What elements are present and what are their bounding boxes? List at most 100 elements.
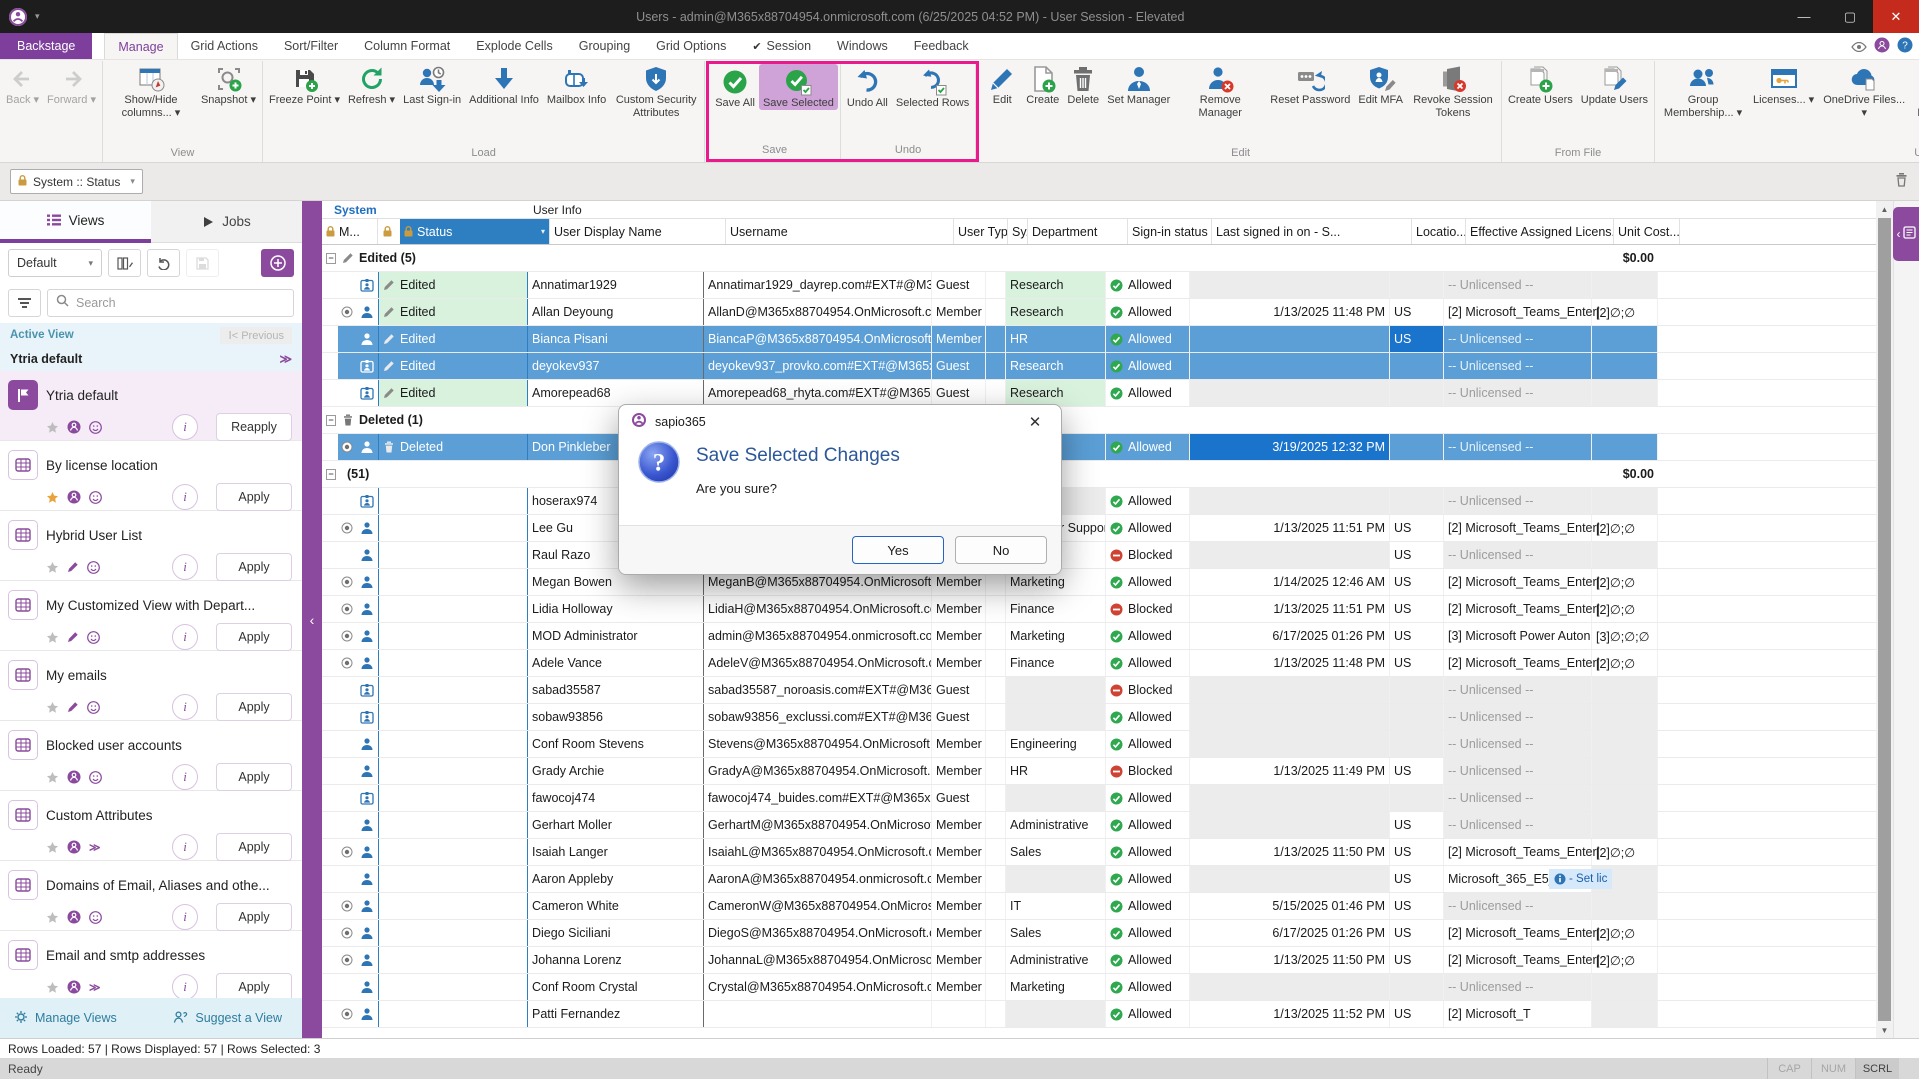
unit-cost-cell[interactable] — [1592, 488, 1658, 514]
department-cell[interactable]: Sales — [1006, 920, 1106, 946]
row-selector-cell[interactable] — [338, 704, 356, 730]
last-signin-cell[interactable] — [1190, 812, 1390, 838]
row-selector-cell[interactable] — [338, 812, 356, 838]
last-signin-cell[interactable]: 1/13/2025 11:50 PM — [1190, 839, 1390, 865]
user-type-icon-cell[interactable] — [356, 839, 378, 865]
location-cell[interactable]: US — [1390, 947, 1444, 973]
forward-button[interactable]: Forward ▾ — [43, 61, 100, 107]
department-cell[interactable]: Research — [1006, 380, 1106, 406]
tab-sort-filter[interactable]: Sort/Filter — [271, 33, 351, 59]
signin-status-cell[interactable]: Allowed — [1106, 326, 1190, 352]
row-filler-cell[interactable] — [1658, 542, 1876, 568]
sync-cell[interactable] — [986, 731, 1006, 757]
signin-status-cell[interactable]: Allowed — [1106, 1001, 1190, 1027]
user-type-cell[interactable]: Member — [932, 731, 986, 757]
table-row[interactable]: Cameron WhiteCameronW@M365x88704954.OnMi… — [322, 893, 1876, 920]
save-view-button[interactable] — [186, 249, 219, 277]
sync-cell[interactable] — [986, 893, 1006, 919]
scroll-up-arrow[interactable]: ▲ — [1876, 201, 1893, 217]
view-card-by-license-location[interactable]: By license locationiApply — [0, 441, 302, 511]
signin-status-cell[interactable]: Allowed — [1106, 488, 1190, 514]
department-cell[interactable]: Research — [1006, 299, 1106, 325]
collapse-toggle[interactable]: − — [326, 415, 336, 426]
sync-cell[interactable] — [986, 272, 1006, 298]
row-margin-cell[interactable] — [322, 569, 338, 595]
username-cell[interactable] — [704, 1001, 932, 1027]
column-header-lic[interactable]: Effective Assigned Licens... — [1466, 219, 1614, 244]
table-row[interactable]: DeletedDon PinkleberHRAllowed3/19/2025 1… — [322, 434, 1876, 461]
location-cell[interactable] — [1390, 677, 1444, 703]
row-margin-cell[interactable] — [322, 326, 338, 352]
tab-session[interactable]: ✔Session — [739, 33, 824, 59]
location-cell[interactable]: US — [1390, 299, 1444, 325]
sync-cell[interactable] — [986, 947, 1006, 973]
table-row[interactable]: Raul RazoHRBlockedUS-- Unlicensed -- — [322, 542, 1876, 569]
info-button[interactable]: i — [172, 554, 198, 580]
mailbox-info-button[interactable]: Mailbox Info — [543, 61, 610, 107]
view-card-blocked-user-accounts[interactable]: Blocked user accountsiApply — [0, 721, 302, 791]
last-signin-cell[interactable] — [1190, 380, 1390, 406]
username-cell[interactable]: AaronA@M365x88704954.onmicrosoft.com — [704, 866, 932, 892]
user-type-icon-cell[interactable] — [356, 488, 378, 514]
info-button[interactable]: i — [172, 624, 198, 650]
location-cell[interactable]: US — [1390, 542, 1444, 568]
username-cell[interactable]: BiancaP@M365x88704954.OnMicrosoft.com — [704, 326, 932, 352]
table-row[interactable]: EditedAmorepead68Amorepead68_rhyta.com#E… — [322, 380, 1876, 407]
table-row[interactable]: Gerhart MollerGerhartM@M365x88704954.OnM… — [322, 812, 1876, 839]
info-button[interactable]: i — [172, 834, 198, 860]
table-row[interactable]: Grady ArchieGradyA@M365x88704954.OnMicro… — [322, 758, 1876, 785]
user-type-icon-cell[interactable] — [356, 650, 378, 676]
username-cell[interactable]: JohannaL@M365x88704954.OnMicrosoft.com — [704, 947, 932, 973]
licenses-cell[interactable]: -- Unlicensed -- — [1444, 812, 1592, 838]
user-type-cell[interactable]: Member — [932, 299, 986, 325]
unit-cost-cell[interactable] — [1592, 326, 1658, 352]
signin-status-cell[interactable]: Allowed — [1106, 812, 1190, 838]
user-type-icon-cell[interactable] — [356, 434, 378, 460]
sync-cell[interactable] — [986, 839, 1006, 865]
licenses-cell[interactable]: [2] Microsoft_Teams_Enter| — [1444, 839, 1592, 865]
sync-cell[interactable] — [986, 785, 1006, 811]
row-filler-cell[interactable] — [1658, 380, 1876, 406]
vertical-scrollbar[interactable]: ▲ ▼ — [1876, 201, 1893, 1038]
licenses-cell[interactable]: -- Unlicensed -- — [1444, 434, 1592, 460]
row-selector-cell[interactable] — [338, 488, 356, 514]
last-signin-cell[interactable]: 1/13/2025 11:52 PM — [1190, 1001, 1390, 1027]
table-row[interactable]: Megan BowenMeganB@M365x88704954.OnMicros… — [322, 569, 1876, 596]
user-type-icon-cell[interactable] — [356, 812, 378, 838]
column-header-sy[interactable]: Sy... — [1008, 219, 1028, 244]
sync-cell[interactable] — [986, 299, 1006, 325]
status-cell[interactable]: Edited — [378, 326, 528, 352]
status-cell[interactable] — [378, 704, 528, 730]
row-filler-cell[interactable] — [1658, 326, 1876, 352]
last-signin-cell[interactable] — [1190, 785, 1390, 811]
unit-cost-cell[interactable]: [2]∅;∅ — [1592, 947, 1658, 973]
row-margin-cell[interactable] — [322, 380, 338, 406]
previous-view-button[interactable]: Ⅰ< Previous — [220, 327, 292, 344]
row-margin-cell[interactable] — [322, 623, 338, 649]
last-signin-cell[interactable]: 1/13/2025 11:49 PM — [1190, 758, 1390, 784]
unit-cost-cell[interactable]: [2]∅;∅ — [1592, 515, 1658, 541]
licenses-cell[interactable]: [2] Microsoft_Teams_Enter| — [1444, 920, 1592, 946]
department-cell[interactable]: Sales — [1006, 839, 1106, 865]
username-cell[interactable]: sobaw93856_exclussi.com#EXT#@M365x887 — [704, 704, 932, 730]
row-selector-cell[interactable] — [338, 1001, 356, 1027]
table-row[interactable]: Isaiah LangerIsaiahL@M365x88704954.OnMic… — [322, 839, 1876, 866]
set-manager-button[interactable]: Set Manager — [1103, 61, 1174, 107]
location-cell[interactable] — [1390, 434, 1444, 460]
unit-cost-cell[interactable] — [1592, 353, 1658, 379]
user-type-icon-cell[interactable] — [356, 326, 378, 352]
chevron-double-icon[interactable]: ≫ — [279, 352, 292, 366]
username-cell[interactable]: DiegoS@M365x88704954.OnMicrosoft.com — [704, 920, 932, 946]
display-name-cell[interactable]: Diego Siciliani — [528, 920, 704, 946]
user-type-cell[interactable]: Guest — [932, 353, 986, 379]
signin-status-cell[interactable]: Allowed — [1106, 974, 1190, 1000]
location-cell[interactable]: US — [1390, 569, 1444, 595]
display-name-cell[interactable]: sabad35587 — [528, 677, 704, 703]
reset-view-button[interactable] — [147, 249, 180, 277]
location-cell[interactable] — [1390, 974, 1444, 1000]
status-cell[interactable] — [378, 569, 528, 595]
user-type-icon-cell[interactable] — [356, 731, 378, 757]
tab-backstage[interactable]: Backstage — [0, 33, 92, 59]
row-selector-cell[interactable] — [338, 569, 356, 595]
info-button[interactable]: i — [172, 414, 198, 440]
